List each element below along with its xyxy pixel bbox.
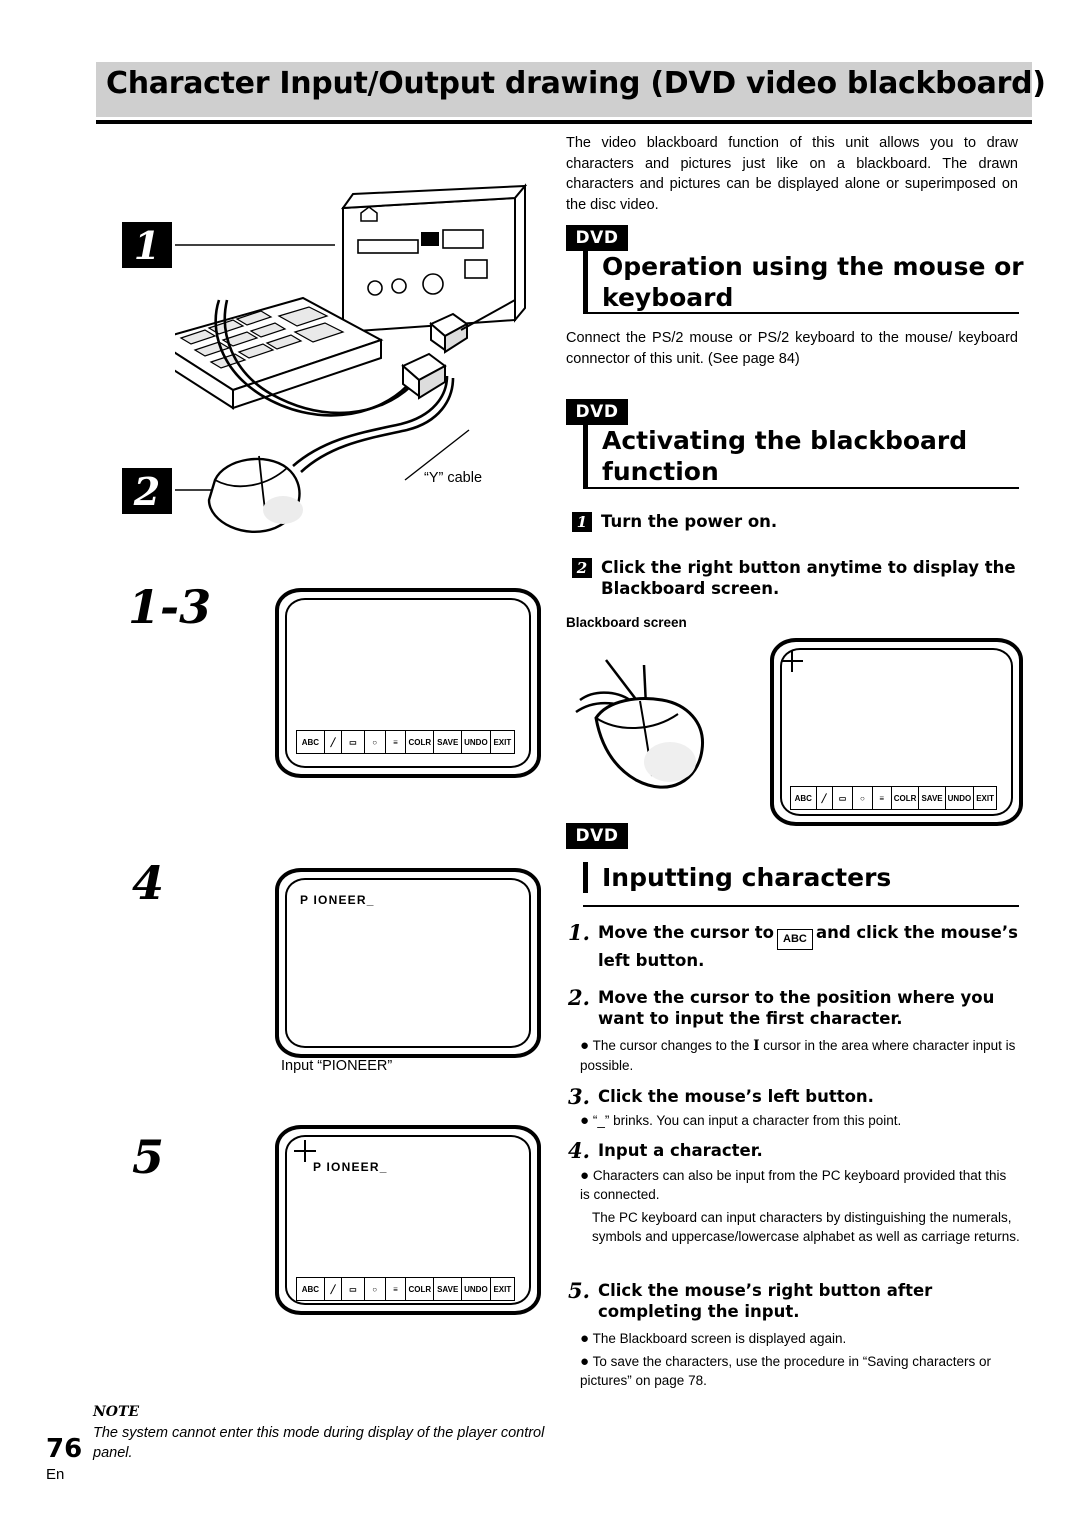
abc-icon-inline-1[interactable]: ABC	[776, 929, 813, 950]
input-step-4-text: Input a character.	[598, 1141, 763, 1160]
input-step-3-text: Click the mouse’s left button.	[598, 1087, 874, 1106]
blackboard-toolbar-2[interactable]: ABC ╱ ▭ ○ ≡ COLR SAVE UNDO EXIT	[296, 1277, 515, 1301]
figure-step-1-number: 1	[122, 222, 172, 268]
step-text-1: Turn the power on.	[601, 512, 778, 531]
manual-page: Character Input/Output drawing (DVD vide…	[0, 0, 1080, 1526]
input-step-number-5: 5.	[568, 1278, 590, 1303]
y-cable-label: “Y” cable	[424, 470, 483, 486]
page-title: Character Input/Output drawing (DVD vide…	[106, 66, 1046, 101]
toolbar-cell-abc[interactable]: ABC	[297, 731, 325, 753]
input-step-4-extra: The PC keyboard can input characters by …	[592, 1210, 1020, 1244]
toolbar-cell-colr[interactable]: COLR	[892, 787, 920, 809]
toolbar-cell-save[interactable]: SAVE	[434, 1278, 463, 1300]
blackboard-toolbar-1[interactable]: ABC ╱ ▭ ○ ≡ COLR SAVE UNDO EXIT	[296, 730, 515, 754]
toolbar-cell-abc[interactable]: ABC	[791, 787, 817, 809]
crosshair-marker-right	[781, 650, 803, 672]
toolbar-cell-exit[interactable]: EXIT	[974, 787, 996, 809]
input-step-number-3: 3.	[568, 1084, 590, 1109]
dvd-badge-2: DVD	[566, 399, 628, 425]
section-3-underline	[583, 905, 1019, 907]
input-step-1-text-a: Move the cursor to	[598, 923, 774, 942]
section-2-underline	[583, 487, 1019, 489]
input-step-5-bullet-1: The Blackboard screen is displayed again…	[592, 1331, 847, 1346]
dvd-badge-3: DVD	[566, 823, 628, 849]
toolbar-cell-[interactable]: ╱	[817, 787, 833, 809]
blackboard-toolbar-right[interactable]: ABC ╱ ▭ ○ ≡ COLR SAVE UNDO EXIT	[790, 786, 997, 810]
section-1-underline	[583, 312, 1019, 314]
figure-step-2-number: 2	[122, 468, 172, 514]
input-step-3-bullet: “_” brinks. You can input a character fr…	[592, 1113, 902, 1128]
section-heading-activating: Activating the blackboard function	[583, 425, 1042, 487]
section-heading-inputting: Inputting characters	[583, 862, 1042, 893]
figure-step-1-3-number: 1-3	[128, 580, 212, 634]
title-rule	[96, 120, 1032, 124]
mouse-right-click-illustration	[575, 659, 704, 789]
toolbar-cell-undo[interactable]: UNDO	[946, 787, 975, 809]
toolbar-cell-[interactable]: ╱	[325, 731, 343, 753]
intro-paragraph: The video blackboard function of this un…	[566, 135, 1018, 213]
section-heading-operation: Operation using the mouse or keyboard	[583, 251, 1042, 313]
toolbar-cell-colr[interactable]: COLR	[406, 731, 435, 753]
page-number: 76	[46, 1434, 83, 1464]
section-1-body: Connect the PS/2 mouse or PS/2 keyboard …	[566, 330, 1018, 367]
toolbar-cell-colr[interactable]: COLR	[406, 1278, 435, 1300]
input-step-5-bullet-2: To save the characters, use the procedur…	[580, 1354, 992, 1388]
toolbar-cell-[interactable]: ≡	[386, 1278, 407, 1300]
toolbar-cell-[interactable]: ╱	[325, 1278, 343, 1300]
step-text-2: Click the right button anytime to displa…	[601, 558, 1016, 598]
page-language: En	[46, 1466, 65, 1483]
i-cursor-icon: I	[753, 1038, 760, 1054]
input-step-number-2: 2.	[568, 985, 590, 1010]
pioneer-text-step-4: P IONEER_	[300, 893, 375, 907]
toolbar-cell-[interactable]: ▭	[342, 1278, 365, 1300]
blackboard-screen-caption: Blackboard screen	[566, 615, 687, 630]
toolbar-cell-[interactable]: ▭	[342, 731, 365, 753]
step-number-2: 2	[572, 558, 592, 578]
note-label: NOTE	[93, 1404, 140, 1420]
toolbar-cell-exit[interactable]: EXIT	[491, 731, 514, 753]
toolbar-cell-[interactable]: ○	[365, 731, 386, 753]
toolbar-cell-abc[interactable]: ABC	[297, 1278, 325, 1300]
toolbar-cell-[interactable]: ○	[365, 1278, 386, 1300]
input-step-number-4: 4.	[568, 1138, 590, 1163]
figure-step-4-number: 4	[132, 856, 165, 910]
figure-step-5-number: 5	[132, 1130, 165, 1184]
note-text: The system cannot enter this mode during…	[93, 1425, 545, 1461]
step-number-1: 1	[572, 512, 592, 532]
input-step-2-bullet-pre: The cursor changes to the	[592, 1038, 750, 1053]
toolbar-cell-[interactable]: ≡	[386, 731, 407, 753]
toolbar-cell-exit[interactable]: EXIT	[491, 1278, 514, 1300]
toolbar-cell-undo[interactable]: UNDO	[462, 731, 491, 753]
toolbar-cell-[interactable]: ≡	[873, 787, 892, 809]
input-step-2-text: Move the cursor to the position where yo…	[598, 988, 995, 1028]
connection-diagram-illustration	[175, 183, 528, 534]
input-step-4-bullet: Characters can also be input from the PC…	[580, 1168, 1007, 1202]
toolbar-cell-save[interactable]: SAVE	[434, 731, 463, 753]
crosshair-marker-step-5	[294, 1140, 316, 1162]
dvd-badge-1: DVD	[566, 225, 628, 251]
input-step-5-text: Click the mouse’s right button after com…	[598, 1281, 933, 1321]
toolbar-cell-save[interactable]: SAVE	[919, 787, 946, 809]
input-step-number-1: 1.	[568, 920, 590, 945]
toolbar-cell-[interactable]: ▭	[833, 787, 854, 809]
toolbar-cell-undo[interactable]: UNDO	[462, 1278, 491, 1300]
toolbar-cell-[interactable]: ○	[853, 787, 873, 809]
input-pioneer-caption: Input “PIONEER”	[281, 1058, 393, 1074]
pioneer-text-step-5: P IONEER_	[313, 1160, 388, 1174]
